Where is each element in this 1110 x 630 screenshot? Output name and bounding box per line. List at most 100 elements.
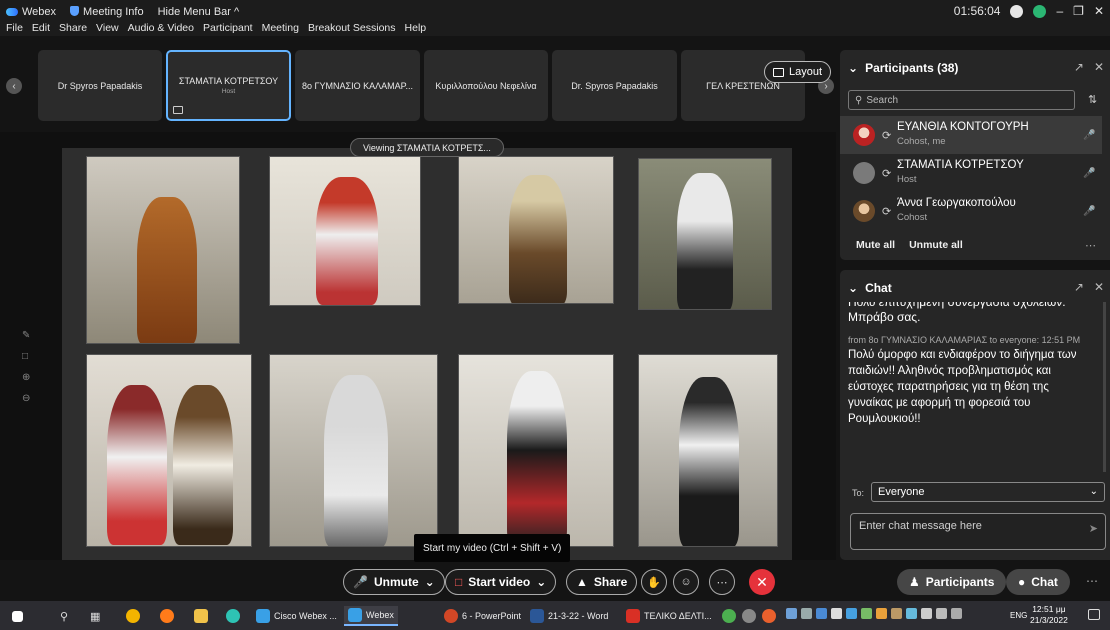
system-tray (786, 608, 962, 619)
mute-all-button[interactable]: Mute all (856, 239, 895, 251)
taskbar-item[interactable]: Cisco Webex ... (252, 606, 341, 626)
taskbar-item[interactable]: ΤΕΛΙΚΟ ΔΕΛΤΙ... (622, 606, 716, 626)
participant-role: Cohost, me (897, 136, 946, 147)
more-options-icon[interactable]: ⋯ (709, 569, 735, 595)
menu-item-participant[interactable]: Participant (203, 22, 253, 34)
close-icon[interactable]: ✕ (1094, 60, 1104, 74)
more-icon[interactable]: ⋯ (1085, 239, 1096, 252)
tray-icon[interactable] (816, 608, 827, 619)
unmute-all-button[interactable]: Unmute all (909, 239, 963, 251)
chevron-down-icon[interactable]: ⌄ (848, 281, 858, 295)
menu-item-meeting[interactable]: Meeting (262, 22, 299, 34)
menu-item-breakout-sessions[interactable]: Breakout Sessions (308, 22, 396, 34)
zoom-in-icon[interactable]: ⊕ (22, 372, 30, 383)
help-icon[interactable] (1010, 4, 1024, 18)
chat-bubble-icon: ● (1018, 575, 1026, 589)
annotate-icon[interactable]: ✎ (22, 330, 30, 341)
chevron-down-icon[interactable]: ⌄ (848, 61, 858, 75)
task-view-icon[interactable]: ▦ (86, 606, 104, 626)
edge-icon[interactable] (222, 606, 244, 626)
app-icon (722, 609, 736, 623)
taskbar-clock[interactable]: 12:51 μμ 21/3/2022 (1030, 604, 1068, 626)
tray-icon[interactable] (861, 608, 872, 619)
send-icon[interactable]: ➤ (1089, 522, 1098, 535)
participant-search-input[interactable]: ⚲ Search (848, 90, 1075, 110)
tray-icon[interactable] (891, 608, 902, 619)
menu-item-help[interactable]: Help (405, 22, 427, 34)
webex-icon (348, 608, 362, 622)
taskbar-item[interactable] (718, 606, 740, 626)
raise-hand-icon[interactable]: ✋ (641, 569, 667, 595)
viewing-indicator[interactable]: Viewing ΣΤΑΜΑΤΙΑ ΚΟΤΡΕΤΣ... (350, 138, 504, 157)
pointer-icon[interactable]: □ (22, 351, 30, 362)
menu-item-file[interactable]: File (6, 22, 23, 34)
unmute-button[interactable]: 🎤 Unmute ⌄ (343, 569, 445, 595)
start-video-button[interactable]: □ Start video ⌄ (445, 569, 557, 595)
taskbar-item[interactable] (758, 606, 780, 626)
layout-button[interactable]: Layout (764, 61, 832, 83)
minimize-icon[interactable]: – (1056, 4, 1063, 18)
thumbnail-2[interactable]: ΣΤΑΜΑΤΙΑ ΚΟΤΡΕΤΣΟΥ Host (166, 50, 291, 121)
network-status-icon[interactable] (1033, 4, 1047, 18)
chevron-down-icon[interactable]: ⌄ (425, 575, 435, 589)
taskbar-label: Cisco Webex ... (274, 611, 337, 621)
file-explorer-icon[interactable] (190, 606, 212, 626)
chat-button[interactable]: ● Chat (1006, 569, 1070, 595)
tray-icon[interactable] (906, 608, 917, 619)
participant-row[interactable]: ⟳ ΣΤΑΜΑΤΙΑ ΚΟΤΡΕΤΣΟΥ Host 🎤 (840, 154, 1102, 192)
participant-thumbnail-strip: ‹ Dr Spyros Papadakis ΣΤΑΜΑΤΙΑ ΚΟΤΡΕΤΣΟΥ… (0, 48, 836, 124)
tray-icon[interactable] (831, 608, 842, 619)
taskbar-item[interactable]: 21-3-22 - Word (526, 606, 612, 626)
thumbnail-3[interactable]: 8ο ΓΥΜΝΑΣΙΟ ΚΑΛΑΜΑΡ... (295, 50, 420, 121)
chat-scrollbar[interactable] (1103, 302, 1106, 472)
restore-icon[interactable]: ❐ (1073, 4, 1084, 18)
chevron-left-icon[interactable]: ‹ (6, 78, 22, 94)
tray-icon[interactable] (876, 608, 887, 619)
menu-item-audio-video[interactable]: Audio & Video (128, 22, 194, 34)
share-button[interactable]: ▲ Share (566, 569, 638, 595)
mic-muted-icon[interactable]: 🎤 (1083, 130, 1095, 141)
mic-muted-icon[interactable]: 🎤 (1083, 206, 1095, 217)
participants-button[interactable]: ♟ Participants (897, 569, 1007, 595)
menu-item-edit[interactable]: Edit (32, 22, 50, 34)
reactions-icon[interactable]: ☺ (673, 569, 699, 595)
firefox-icon[interactable] (156, 606, 178, 626)
thumbnail-4[interactable]: Κυριλλοπούλου Νεφελίνα (424, 50, 548, 121)
pop-out-icon[interactable]: ↗ (1074, 280, 1084, 294)
start-icon[interactable] (8, 606, 27, 626)
participants-header[interactable]: ⌄ Participants (38) (848, 61, 958, 75)
mic-active-icon[interactable]: 🎤 (1083, 168, 1095, 179)
taskbar-item[interactable] (738, 606, 760, 626)
search-icon[interactable]: ⚲ (56, 606, 72, 626)
close-icon[interactable]: ✕ (1094, 280, 1104, 294)
hide-menu-bar-button[interactable]: Hide Menu Bar ^ (158, 6, 240, 18)
participant-row[interactable]: ⟳ ΕΥΑΝΘΙΑ ΚΟΝΤΟΓΟΥΡΗ Cohost, me 🎤 (840, 116, 1102, 154)
tray-icon[interactable] (801, 608, 812, 619)
tray-icon[interactable] (846, 608, 857, 619)
menu-item-share[interactable]: Share (59, 22, 87, 34)
menu-item-view[interactable]: View (96, 22, 119, 34)
sort-icon[interactable]: ⇅ (1088, 93, 1097, 106)
chat-header[interactable]: ⌄ Chat (848, 281, 892, 295)
zoom-out-icon[interactable]: ⊖ (22, 393, 30, 404)
chat-recipient-select[interactable]: Everyone ⌄ (871, 482, 1105, 502)
network-icon[interactable] (921, 608, 932, 619)
tray-icon[interactable] (786, 608, 797, 619)
chevron-down-icon[interactable]: ⌄ (536, 575, 546, 589)
pop-out-icon[interactable]: ↗ (1074, 60, 1084, 74)
notifications-icon[interactable] (1088, 609, 1100, 620)
volume-icon[interactable] (936, 608, 947, 619)
taskbar-item[interactable]: Webex (344, 606, 398, 626)
participant-row[interactable]: ⟳ Άννα Γεωργακοπούλου Cohost 🎤 (840, 192, 1102, 230)
chrome-icon[interactable] (122, 606, 144, 626)
meeting-info-button[interactable]: Meeting Info (70, 6, 144, 18)
language-indicator[interactable]: ENG (1010, 611, 1027, 620)
more-icon[interactable]: ⋯ (1086, 574, 1098, 588)
thumbnail-1[interactable]: Dr Spyros Papadakis (38, 50, 162, 121)
pen-icon[interactable] (951, 608, 962, 619)
close-icon[interactable]: ✕ (1094, 4, 1104, 18)
leave-meeting-button[interactable]: ✕ (749, 569, 775, 595)
thumbnail-5[interactable]: Dr. Spyros Papadakis (552, 50, 677, 121)
taskbar-item[interactable]: 6 - PowerPoint (440, 606, 525, 626)
chat-message-input[interactable]: Enter chat message here (850, 513, 1106, 550)
